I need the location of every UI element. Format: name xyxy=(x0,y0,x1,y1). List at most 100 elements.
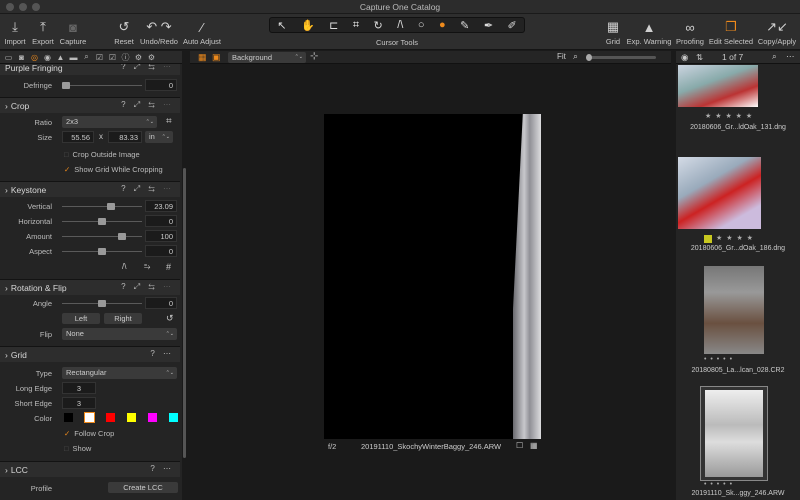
rating-stars[interactable]: ★ ★ ★ ★ xyxy=(716,234,754,242)
keystone-slider[interactable] xyxy=(62,233,142,240)
grid-type-dropdown[interactable]: Rectangular xyxy=(62,367,177,379)
proofing-button[interactable]: ∞ Proofing xyxy=(675,17,705,47)
crop-outside-checkbox[interactable]: □ Crop Outside Image xyxy=(64,150,140,159)
grid-color-swatch[interactable] xyxy=(169,413,178,422)
select-cursor-icon[interactable]: ↖ xyxy=(277,19,286,32)
section-header[interactable]: › Grid? ⋯ xyxy=(0,347,180,362)
grid-color-swatch[interactable] xyxy=(127,413,136,422)
color-tag-yellow[interactable] xyxy=(704,235,712,243)
grid-color-swatch[interactable] xyxy=(106,413,115,422)
crop-width-field[interactable]: 55.56 xyxy=(62,131,94,143)
section-header[interactable]: › LCC? ⋯ xyxy=(0,462,180,477)
layers-tab-icon[interactable]: ▬ xyxy=(68,53,79,62)
section-header[interactable]: Purple Fringing? ⤢ ⇆ ⋯ xyxy=(0,64,180,75)
flip-dropdown[interactable]: None xyxy=(62,328,177,340)
thumbnail-4[interactable] xyxy=(705,390,763,477)
auto-adjust-button[interactable]: ⁄ Auto Adjust xyxy=(181,17,223,47)
section-tools-icons[interactable]: ? ⋯ xyxy=(150,464,174,473)
reset-button[interactable]: ↺ Reset xyxy=(112,17,136,46)
grid-button[interactable]: ▦ Grid xyxy=(603,17,623,46)
eye-icon[interactable]: ◉ xyxy=(681,52,688,63)
settings-tab-icon[interactable]: ⚙ xyxy=(133,53,144,62)
section-tools-icons[interactable]: ? ⤢ ⇆ ⋯ xyxy=(121,184,174,194)
adjustments-tab-icon[interactable]: ☑ xyxy=(94,53,105,62)
capture-button[interactable]: ◙ Capture xyxy=(58,17,88,47)
keystone-both-icon[interactable]: # xyxy=(166,262,171,272)
crop-tool-icon[interactable]: ⌗ xyxy=(353,19,359,32)
export-button[interactable]: ⤒ Export xyxy=(30,17,56,46)
defringe-slider[interactable] xyxy=(62,82,142,89)
grid-color-swatch[interactable] xyxy=(84,412,95,423)
section-tools-icons[interactable]: ? ⤢ ⇆ ⋯ xyxy=(121,282,174,292)
exposure-tab-icon[interactable]: ▲ xyxy=(55,53,66,62)
angle-value[interactable]: 0 xyxy=(145,297,177,309)
import-button[interactable]: ⤓ Import xyxy=(3,17,27,46)
brush-tool-icon[interactable]: ● xyxy=(439,19,446,31)
select-checkbox-icon[interactable]: ☐ xyxy=(516,441,523,450)
ratio-dropdown[interactable]: 2x3 xyxy=(62,116,157,128)
view-mode-icon[interactable]: ▦ xyxy=(530,441,538,450)
unit-dropdown[interactable]: in xyxy=(145,131,173,143)
thumbnail-1[interactable] xyxy=(678,65,758,107)
grid-view-icon[interactable]: ▦ xyxy=(198,52,207,63)
keystone-value[interactable]: 0 xyxy=(145,215,177,227)
single-view-icon[interactable]: ▣ xyxy=(212,52,221,63)
spot-removal-icon[interactable]: ○ xyxy=(418,19,425,31)
follow-crop-checkbox[interactable]: ✓ Follow Crop xyxy=(64,429,114,438)
keystone-value[interactable]: 0 xyxy=(145,245,177,257)
short-edge-field[interactable]: 3 xyxy=(62,397,96,409)
main-photo[interactable] xyxy=(324,114,541,439)
keystone-slider[interactable] xyxy=(62,218,142,225)
slider-knob[interactable] xyxy=(586,54,592,61)
details-tab-icon[interactable]: ⌕ xyxy=(81,52,92,62)
keystone-tool-icon[interactable]: /\ xyxy=(397,19,403,31)
eraser-tool-icon[interactable]: ✎ xyxy=(460,19,469,32)
undo-redo-button[interactable]: ↶ ↷ Undo/Redo xyxy=(139,17,179,46)
slider-knob[interactable] xyxy=(98,218,106,225)
rotate-reset-icon[interactable]: ↺ xyxy=(166,313,174,324)
rotate-right-button[interactable]: Right xyxy=(104,313,142,324)
section-tools-icons[interactable]: ? ⤢ ⇆ ⋯ xyxy=(121,100,174,110)
section-tools-icons[interactable]: ? ⤢ ⇆ ⋯ xyxy=(121,64,174,72)
keystone-slider[interactable] xyxy=(62,203,142,210)
keystone-value[interactable]: 100 xyxy=(145,230,177,242)
batch-tab-icon[interactable]: ⚙ xyxy=(146,53,157,62)
section-header[interactable]: › Rotation & Flip? ⤢ ⇆ ⋯ xyxy=(0,280,180,295)
info-tab-icon[interactable]: ⓘ xyxy=(120,52,131,63)
rotate-left-button[interactable]: Left xyxy=(62,313,100,324)
picker-tool-icon[interactable]: ✒ xyxy=(484,19,493,32)
browser-menu-icon[interactable]: ⋯ xyxy=(786,51,795,62)
slider-knob[interactable] xyxy=(62,82,70,89)
defringe-value[interactable]: 0 xyxy=(145,79,177,91)
crop-height-field[interactable]: 83.33 xyxy=(108,131,142,143)
create-lcc-button[interactable]: Create LCC xyxy=(108,482,178,493)
rating-stars[interactable]: ★ ★ ★ ★ ★ xyxy=(705,112,753,120)
tool-panel-scrollbar[interactable] xyxy=(183,168,186,458)
angle-slider[interactable] xyxy=(62,300,142,307)
slider-knob[interactable] xyxy=(98,300,106,307)
rating-stars[interactable]: • • • • • xyxy=(704,481,733,488)
pan-hand-icon[interactable]: ✋ xyxy=(301,19,315,32)
thumbnail-3[interactable] xyxy=(704,266,764,354)
zoom-slider[interactable] xyxy=(586,54,656,61)
section-tools-icons[interactable]: ? ⋯ xyxy=(150,349,174,358)
capture-tab-icon[interactable]: ◙ xyxy=(16,53,27,62)
section-header[interactable]: › Keystone? ⤢ ⇆ ⋯ xyxy=(0,182,180,197)
loupe-icon[interactable]: ⊏ xyxy=(329,19,338,32)
annotate-tool-icon[interactable]: ✐ xyxy=(508,19,517,32)
rating-stars[interactable]: • • • • • xyxy=(704,356,733,363)
thumbnail-2[interactable] xyxy=(678,157,761,229)
metadata-tab-icon[interactable]: ☑ xyxy=(107,53,118,62)
sort-icon[interactable]: ⇅ xyxy=(696,52,703,63)
exposure-warning-button[interactable]: ▲ Exp. Warning xyxy=(626,17,672,47)
add-view-icon[interactable]: ⊹ xyxy=(310,51,318,62)
slider-knob[interactable] xyxy=(118,233,126,240)
rotate-tool-icon[interactable]: ↻ xyxy=(374,19,383,32)
crop-icon[interactable]: ⌗ xyxy=(166,116,172,127)
show-grid-checkbox[interactable]: ✓ Show Grid While Cropping xyxy=(64,165,163,174)
edit-selected-button[interactable]: ❐ Edit Selected xyxy=(707,17,755,46)
color-tab-icon[interactable]: ◎ xyxy=(29,53,40,62)
background-dropdown[interactable]: Background xyxy=(228,52,306,63)
keystone-vertical-icon[interactable]: /\ xyxy=(122,262,126,271)
section-header[interactable]: › Crop? ⤢ ⇆ ⋯ xyxy=(0,98,180,113)
